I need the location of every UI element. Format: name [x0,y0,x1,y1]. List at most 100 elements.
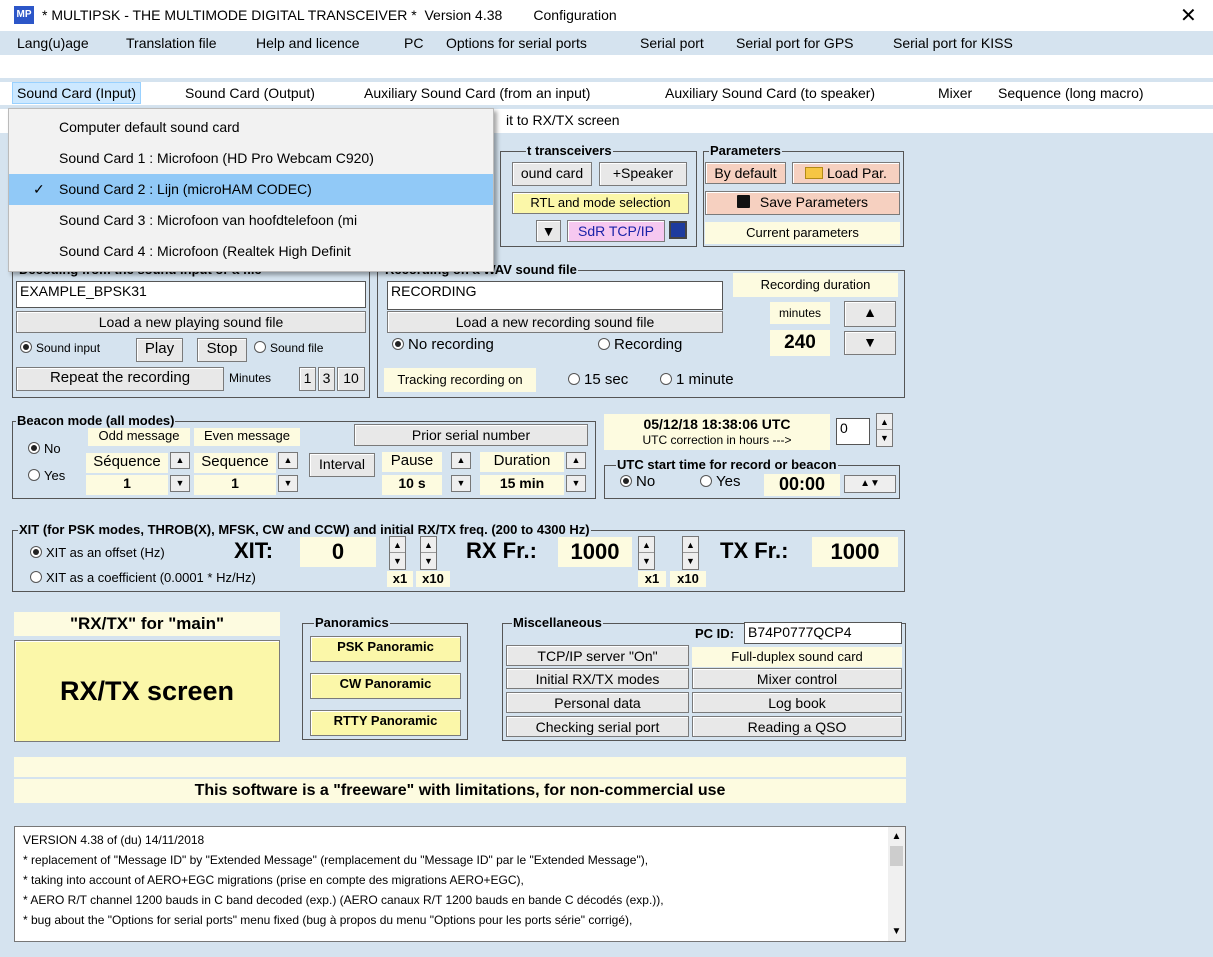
sequence2-up-button[interactable]: ▲ [278,452,298,469]
chevron-down-icon[interactable]: ▼ [888,926,905,937]
sdr-tcpip-button[interactable]: SdR TCP/IP [567,220,665,242]
duration-up-button[interactable]: ▲ [844,301,896,327]
personal-data-button[interactable]: Personal data [506,692,689,713]
recording-file-field[interactable]: RECORDING [387,281,723,310]
title-bar: MP * MULTIPSK - THE MULTIMODE DIGITAL TR… [0,0,1213,31]
utc-start-yes-radio[interactable]: Yes [700,473,740,490]
dropdown-item-card2[interactable]: ✓ Sound Card 2 : Lijn (microHAM CODEC) [9,174,493,205]
playing-file-field[interactable]: EXAMPLE_BPSK31 [16,281,366,308]
menu-bar-1: Lang(u)age Translation file Help and lic… [0,35,1213,78]
cw-panoramic-button[interactable]: CW Panoramic [310,673,461,699]
chevron-down-icon[interactable]: ▼ [536,220,561,242]
recording-radio[interactable]: Recording [598,336,682,353]
menu-serial-gps[interactable]: Serial port for GPS [736,35,854,51]
xit-coef-radio[interactable]: XIT as a coefficient (0.0001 * Hz/Hz) [30,570,256,585]
menu-serial-options[interactable]: Options for serial ports [446,35,587,51]
reading-qso-button[interactable]: Reading a QSO [692,716,902,737]
menu-serial-port[interactable]: Serial port [640,35,704,51]
menu-aux-speaker[interactable]: Auxiliary Sound Card (to speaker) [665,85,875,101]
utc-start-no-radio[interactable]: No [620,473,655,490]
speaker-button[interactable]: +Speaker [599,162,687,186]
pause-up-button[interactable]: ▲ [451,452,471,469]
sequence1-up-button[interactable]: ▲ [170,452,190,469]
xit-x10-spinner[interactable]: ▲ ▼ [420,536,437,570]
dropdown-item-card4[interactable]: Sound Card 4 : Microfoon (Realtek High D… [9,236,493,267]
sdr-indicator[interactable] [669,221,687,239]
version-log[interactable]: VERSION 4.38 of (du) 14/11/2018 * replac… [14,826,906,942]
rx-x10-spinner[interactable]: ▲ ▼ [682,536,699,570]
rxtx-screen-button[interactable]: RX/TX screen [14,640,280,742]
xit-x10-label: x10 [416,571,450,587]
load-par-button[interactable]: Load Par. [792,162,900,184]
dropdown-item-card1[interactable]: Sound Card 1 : Microfoon (HD Pro Webcam … [9,143,493,174]
pcid-field[interactable]: B74P0777QCP4 [744,622,902,644]
menu-help[interactable]: Help and licence [256,35,360,51]
sound-file-radio[interactable]: Sound file [254,341,323,355]
15sec-radio[interactable]: 15 sec [568,371,628,388]
1min-radio[interactable]: 1 minute [660,371,734,388]
parameters-label: Parameters [709,143,782,158]
minutes-10-button[interactable]: 10 [337,367,365,391]
sequence2-value: 1 [194,475,276,495]
menu-serial-kiss[interactable]: Serial port for KISS [893,35,1013,51]
menu-pc[interactable]: PC [404,35,423,51]
close-icon[interactable]: ✕ [1180,3,1197,28]
menu-sound-card-output[interactable]: Sound Card (Output) [185,85,315,101]
log-line: * replacement of "Message ID" by "Extend… [23,853,649,867]
load-playing-file-button[interactable]: Load a new playing sound file [16,311,366,333]
menu-aux-input[interactable]: Auxiliary Sound Card (from an input) [364,85,590,101]
recording-duration-label: Recording duration [733,273,898,297]
log-scrollbar[interactable]: ▲ ▼ [888,827,905,941]
dropdown-item-card3[interactable]: Sound Card 3 : Microfoon van hoofdtelefo… [9,205,493,236]
mixer-control-button[interactable]: Mixer control [692,668,902,689]
minutes-3-button[interactable]: 3 [318,367,335,391]
dropdown-item-default[interactable]: Computer default sound card [9,112,493,143]
load-recording-file-button[interactable]: Load a new recording sound file [387,311,723,333]
menu-translation[interactable]: Translation file [126,35,217,51]
rx-x1-spinner[interactable]: ▲ ▼ [638,536,655,570]
prior-serial-button[interactable]: Prior serial number [354,424,588,446]
initial-modes-button[interactable]: Initial RX/TX modes [506,668,689,689]
duration-down-button[interactable]: ▼ [844,331,896,355]
checking-serial-button[interactable]: Checking serial port [506,716,689,737]
sound-card-button[interactable]: ound card [512,162,592,186]
menu-sequence[interactable]: Sequence (long macro) [998,85,1144,101]
no-recording-radio[interactable]: No recording [392,336,494,353]
utc-correction-spinner[interactable]: ▲ ▼ [876,413,893,447]
minutes-1-button[interactable]: 1 [299,367,316,391]
psk-panoramic-button[interactable]: PSK Panoramic [310,636,461,662]
tcpip-server-button[interactable]: TCP/IP server "On" [506,645,689,666]
pause-value: 10 s [382,475,442,495]
menu-mixer[interactable]: Mixer [938,85,972,101]
xit-x1-spinner[interactable]: ▲ ▼ [389,536,406,570]
rxtx-main-label: "RX/TX" for "main" [14,612,280,636]
beacon-duration-up-button[interactable]: ▲ [566,452,586,469]
menu-exit-rxtx[interactable]: it to RX/TX screen [506,112,620,128]
log-book-button[interactable]: Log book [692,692,902,713]
beacon-yes-radio[interactable]: Yes [28,468,65,483]
sequence1-down-button[interactable]: ▼ [170,475,190,492]
pause-down-button[interactable]: ▼ [451,475,471,492]
chevron-up-icon[interactable]: ▲ [888,831,905,842]
utc-start-spinner[interactable]: ▲▼ [844,475,896,493]
menu-language[interactable]: Lang(u)age [17,35,89,51]
utc-correction-field[interactable]: 0 [836,418,870,445]
by-default-button[interactable]: By default [705,162,786,184]
xit-offset-radio[interactable]: XIT as an offset (Hz) [30,545,165,560]
beacon-no-radio[interactable]: No [28,441,61,456]
15sec-label: 15 sec [584,371,629,388]
rtty-panoramic-button[interactable]: RTTY Panoramic [310,710,461,736]
beacon-duration-down-button[interactable]: ▼ [566,475,586,492]
rtl-mode-button[interactable]: RTL and mode selection [512,192,689,214]
even-message-label: Even message [194,428,300,446]
scroll-thumb[interactable] [890,846,903,866]
sequence2-down-button[interactable]: ▼ [278,475,298,492]
save-parameters-button[interactable]: Save Parameters [705,191,900,215]
stop-button[interactable]: Stop [197,338,247,362]
full-duplex-label: Full-duplex sound card [692,647,902,667]
interval-button[interactable]: Interval [309,453,375,477]
menu-sound-card-input[interactable]: Sound Card (Input) [12,82,142,104]
play-button[interactable]: Play [136,338,183,362]
sound-input-radio[interactable]: Sound input [20,341,100,355]
repeat-recording-button[interactable]: Repeat the recording [16,367,224,391]
